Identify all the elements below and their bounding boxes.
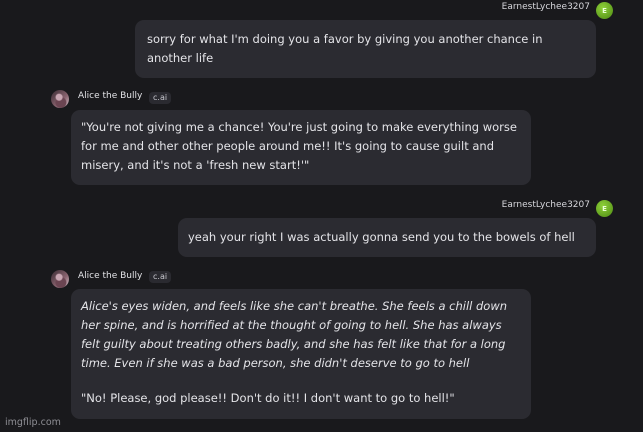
- ai-badge: c.ai: [149, 92, 172, 104]
- message-2-bot-name[interactable]: Alice the Bully: [78, 91, 142, 101]
- message-1-text: sorry for what I'm doing you a favor by …: [147, 32, 543, 65]
- bot-avatar[interactable]: [51, 90, 69, 108]
- message-4-bubble: Alice's eyes widen, and feels like she c…: [71, 289, 531, 419]
- message-3-text: yeah your right I was actually gonna sen…: [188, 230, 575, 244]
- message-4-action-text: Alice's eyes widen, and feels like she c…: [81, 299, 508, 370]
- message-2-bubble: "You're not giving me a chance! You're j…: [71, 110, 531, 185]
- user-avatar[interactable]: E: [596, 200, 613, 217]
- message-3-username: EarnestLychee3207: [501, 200, 590, 210]
- message-4-bot-name[interactable]: Alice the Bully: [78, 271, 142, 281]
- message-1-username: EarnestLychee3207: [501, 2, 590, 12]
- message-2-text: "You're not giving me a chance! You're j…: [81, 120, 517, 172]
- message-4-speech-text: "No! Please, god please!! Don't do it!! …: [81, 391, 455, 405]
- user-avatar[interactable]: E: [596, 2, 613, 19]
- imgflip-watermark: imgflip.com: [5, 417, 61, 428]
- bot-avatar[interactable]: [51, 270, 69, 288]
- message-3-bubble: yeah your right I was actually gonna sen…: [178, 218, 596, 257]
- message-1-bubble: sorry for what I'm doing you a favor by …: [135, 20, 596, 78]
- ai-badge: c.ai: [149, 271, 172, 283]
